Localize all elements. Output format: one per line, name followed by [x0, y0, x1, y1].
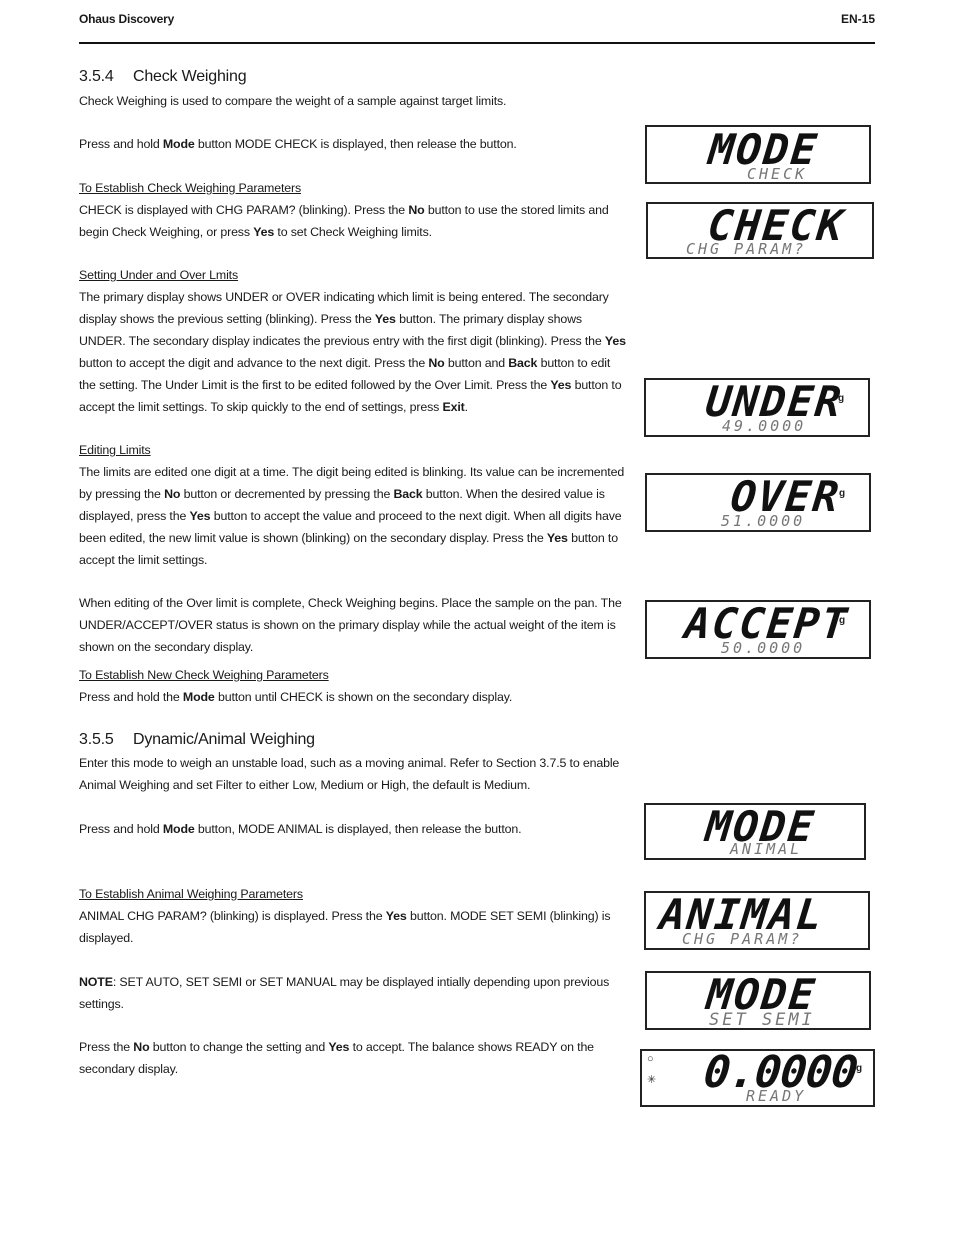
- page-header: Ohaus Discovery EN-15: [79, 12, 875, 44]
- check-limits-body: The primary display shows UNDER or OVER …: [79, 286, 629, 418]
- subheading-editing-limits: Editing Limits: [79, 443, 151, 457]
- animal-intro: Enter this mode to weigh an unstable loa…: [79, 752, 629, 796]
- lcd-secondary: 51.0000: [721, 512, 806, 530]
- text-run: : SET AUTO, SET SEMI or SET MANUAL may b…: [79, 975, 610, 1011]
- lcd-ready: ○ ✳ 0.0000 g READY: [640, 1047, 875, 1107]
- text-run: CHECK is displayed with CHG PARAM? (blin…: [79, 203, 409, 217]
- bold-term: No: [428, 356, 445, 370]
- manual-title: Ohaus Discovery: [79, 12, 175, 26]
- text-run: Press the: [79, 1040, 134, 1054]
- text-run: Check Weighing is used to compare the we…: [79, 94, 507, 108]
- text-run: button, MODE ANIMAL is displayed, then r…: [194, 822, 522, 836]
- bold-term: Yes: [189, 509, 211, 523]
- page-number: EN-15: [840, 12, 875, 26]
- lcd-secondary: ANIMAL: [730, 840, 803, 858]
- check-press-mode: Press and hold Mode button MODE CHECK is…: [79, 133, 629, 155]
- check-begins-body: When editing of the Over limit is comple…: [79, 592, 629, 658]
- lcd-unit: g: [839, 615, 846, 626]
- animal-final-body: Press the No button to change the settin…: [79, 1036, 629, 1080]
- lcd-accept: ACCEPT g 50.0000: [645, 599, 871, 659]
- bold-term: Mode: [182, 690, 215, 704]
- lcd-unit: g: [838, 393, 845, 404]
- text-run: button to change the setting and: [149, 1040, 329, 1054]
- lcd-animal-param: ANIMAL CHG PARAM?: [644, 890, 870, 950]
- section-heading-check-weighing: 3.5.4 Check Weighing: [79, 68, 247, 86]
- text-run: button to accept the digit and advance t…: [79, 356, 429, 370]
- stable-indicator-icon: ○: [647, 1053, 654, 1065]
- lcd-mode-check: MODE CHECK: [645, 125, 871, 184]
- bold-term: Exit: [442, 400, 465, 414]
- text-run: to set Check Weighing limits.: [274, 225, 432, 239]
- bold-term: No: [133, 1040, 150, 1054]
- bold-term: No: [164, 487, 181, 501]
- section-title: Check Weighing: [133, 68, 247, 85]
- animal-press-mode: Press and hold Mode button, MODE ANIMAL …: [79, 818, 629, 840]
- bold-term: No: [408, 203, 425, 217]
- bold-term: Yes: [385, 909, 407, 923]
- bold-term: Mode: [162, 137, 195, 151]
- text-run: button and: [444, 356, 509, 370]
- bold-term: Yes: [374, 312, 396, 326]
- section-number: 3.5.4: [79, 68, 114, 85]
- bold-term: Yes: [546, 531, 568, 545]
- section-number: 3.5.5: [79, 731, 114, 748]
- lcd-secondary: 49.0000: [722, 417, 807, 435]
- bold-term: Mode: [162, 822, 195, 836]
- text-run: button MODE CHECK is displayed, then rel…: [194, 137, 517, 151]
- lcd-check-param: CHECK CHG PARAM?: [646, 201, 874, 259]
- lcd-unit: g: [839, 488, 846, 499]
- lcd-secondary: SET SEMI: [709, 1010, 815, 1030]
- text-run: Press and hold the: [79, 690, 183, 704]
- animal-establish-body: ANIMAL CHG PARAM? (blinking) is displaye…: [79, 905, 629, 949]
- check-new-body: Press and hold the Mode button until CHE…: [79, 686, 629, 708]
- subheading-new-check: To Establish New Check Weighing Paramete…: [79, 668, 329, 682]
- bold-term: Yes: [550, 378, 572, 392]
- lcd-mode-animal: MODE ANIMAL: [644, 802, 866, 860]
- lcd-secondary: CHG PARAM?: [682, 930, 803, 948]
- text-run: Press and hold: [79, 822, 163, 836]
- section-heading-animal-weighing: 3.5.5 Dynamic/Animal Weighing: [79, 731, 315, 749]
- lcd-over: OVER g 51.0000: [645, 472, 871, 532]
- lcd-secondary: CHECK: [747, 165, 808, 183]
- animal-note: NOTE: SET AUTO, SET SEMI or SET MANUAL m…: [79, 971, 629, 1015]
- check-establish-body: CHECK is displayed with CHG PARAM? (blin…: [79, 199, 629, 243]
- lcd-secondary: CHG PARAM?: [686, 240, 807, 258]
- lcd-unit: g: [856, 1063, 863, 1074]
- bold-term: Yes: [253, 225, 275, 239]
- subheading-establish-animal: To Establish Animal Weighing Parameters: [79, 887, 303, 901]
- text-run: When editing of the Over limit is comple…: [79, 596, 622, 654]
- bold-term: Back: [393, 487, 423, 501]
- text-run: Press and hold: [79, 137, 163, 151]
- bold-term: Yes: [328, 1040, 350, 1054]
- text-run: Enter this mode to weigh an unstable loa…: [79, 756, 620, 792]
- lcd-mode-semi: MODE SET SEMI: [645, 970, 871, 1030]
- bold-term: Back: [508, 356, 538, 370]
- check-intro: Check Weighing is used to compare the we…: [79, 90, 629, 112]
- lcd-under: UNDER g 49.0000: [644, 377, 870, 437]
- bold-term: Yes: [604, 334, 626, 348]
- section-title: Dynamic/Animal Weighing: [133, 731, 315, 748]
- bold-term: NOTE: [79, 975, 113, 989]
- lcd-secondary: READY: [746, 1087, 807, 1105]
- text-run: ANIMAL CHG PARAM? (blinking) is displaye…: [79, 909, 386, 923]
- subheading-establish-check: To Establish Check Weighing Parameters: [79, 181, 302, 195]
- animal-mode-indicator-icon: ✳: [647, 1074, 657, 1086]
- check-editing-body: The limits are edited one digit at a tim…: [79, 461, 629, 571]
- text-run: button or decremented by pressing the: [180, 487, 394, 501]
- text-run: button until CHECK is shown on the secon…: [214, 690, 513, 704]
- text-run: .: [464, 400, 468, 414]
- subheading-setting-limits: Setting Under and Over Lmits: [79, 268, 239, 282]
- lcd-secondary: 50.0000: [721, 639, 806, 657]
